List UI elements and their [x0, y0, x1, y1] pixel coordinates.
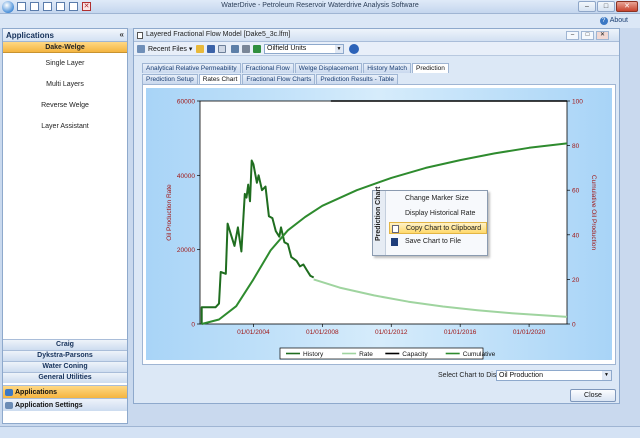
legend-label: Rate	[359, 351, 373, 358]
tab-prediction[interactable]: Prediction	[412, 63, 449, 73]
y-tick-label: 60000	[177, 99, 195, 106]
applications-icon	[5, 389, 13, 396]
y2-tick-label: 60	[572, 188, 580, 195]
y2-tick-label: 100	[572, 99, 583, 106]
about-label: About	[609, 17, 628, 24]
applications-header: Applications «	[3, 29, 127, 42]
chart-context-menu: Prediction Chart Change Marker Size Disp…	[372, 187, 488, 256]
save-icon[interactable]	[207, 45, 215, 53]
section-water-coning[interactable]: Water Coning	[3, 361, 127, 372]
tab-fractional-flow-charts[interactable]: Fractional Flow Charts	[242, 74, 316, 84]
doc-close-button[interactable]: ✕	[596, 31, 609, 40]
units-dropdown[interactable]: Oilfield Units ▼	[264, 44, 344, 54]
y2-axis-title: Cumulative Oil Production	[590, 175, 597, 251]
menu-copy-chart-to-clipboard[interactable]: Copy Chart to Clipboard	[389, 222, 487, 234]
menu-display-historical-rate[interactable]: Display Historical Rate	[389, 208, 487, 220]
document-title-bar: Layered Fractional Flow Model [Dake5_3c.…	[134, 29, 619, 42]
nav-single-layer[interactable]: Single Layer	[3, 53, 127, 74]
legend-label: Cumulative	[463, 351, 496, 358]
open-folder-icon[interactable]	[196, 45, 204, 53]
tab-welge-displacement[interactable]: Welge Displacement	[294, 63, 363, 73]
x-tick-label: 01/01/2004	[237, 329, 270, 336]
settings-gear-icon[interactable]	[349, 44, 359, 54]
tab-rates-chart[interactable]: Rates Chart	[198, 74, 242, 84]
nav-layer-assistant[interactable]: Layer Assistant	[3, 116, 127, 137]
nav-reverse-welge[interactable]: Reverse Welge	[3, 95, 127, 116]
title-bar: ✕ WaterDrive - Petroleum Reservoir Water…	[0, 0, 640, 14]
document-icon[interactable]	[218, 45, 226, 53]
status-bar	[0, 426, 640, 438]
menu-change-marker-size-label: Change Marker Size	[405, 195, 469, 202]
x-tick-label: 01/01/2020	[513, 329, 546, 336]
x-tick-label: 01/01/2016	[444, 329, 477, 336]
units-value: Oilfield Units	[267, 45, 307, 52]
section-list: Craig Dykstra-Parsons Water Coning Gener…	[3, 339, 127, 383]
excel-icon[interactable]	[253, 45, 261, 53]
main-tabs: Analytical Relative Permeability Fractio…	[142, 63, 449, 73]
y-tick-label: 40000	[177, 173, 195, 180]
context-menu-title-strip: Prediction Chart	[373, 187, 386, 255]
maximize-button[interactable]: □	[597, 1, 615, 12]
document-title: Layered Fractional Flow Model [Dake5_3c.…	[146, 31, 291, 38]
close-window-button[interactable]: ✕	[616, 1, 638, 12]
chevron-down-icon: ▼	[335, 45, 343, 53]
x-tick-label: 01/01/2008	[306, 329, 339, 336]
sub-tabs: Prediction Setup Rates Chart Fractional …	[142, 74, 399, 84]
legend-label: Capacity	[402, 351, 428, 358]
close-button[interactable]: Close	[570, 389, 616, 402]
tab-fractional-flow[interactable]: Fractional Flow	[241, 63, 294, 73]
tab-prediction-setup[interactable]: Prediction Setup	[142, 74, 198, 84]
tab-analytical-rel-perm[interactable]: Analytical Relative Permeability	[142, 63, 241, 73]
legend-label: History	[303, 351, 324, 358]
minimize-button[interactable]: –	[578, 1, 596, 12]
menu-bar: ? About	[0, 14, 640, 28]
chevron-down-icon: ▼	[602, 371, 611, 380]
x-tick-label: 01/01/2012	[375, 329, 408, 336]
pin-icon[interactable]	[137, 45, 145, 53]
recent-files-label: Recent Files	[148, 46, 187, 53]
menu-save-chart-to-file[interactable]: Save Chart to File	[389, 236, 487, 248]
application-settings-label: Application Settings	[15, 402, 83, 409]
window-title: WaterDrive - Petroleum Reservoir Waterdr…	[221, 2, 419, 9]
save-icon	[391, 238, 398, 246]
recent-files-button[interactable]: Recent Files ▾	[148, 45, 192, 53]
y-tick-label: 0	[191, 322, 195, 329]
menu-change-marker-size[interactable]: Change Marker Size	[389, 193, 487, 205]
menu-display-historical-rate-label: Display Historical Rate	[405, 210, 476, 217]
tab-history-match[interactable]: History Match	[363, 63, 411, 73]
applications-header-label: Applications	[6, 31, 55, 40]
section-general-utilities[interactable]: General Utilities	[3, 372, 127, 383]
chart-select-dropdown[interactable]: Oil Production ▼	[496, 370, 612, 381]
nav-multi-layers[interactable]: Multi Layers	[3, 74, 127, 95]
applications-tab-label: Applications	[15, 389, 58, 396]
application-settings-tab[interactable]: Application Settings	[3, 398, 127, 411]
print-icon[interactable]	[242, 45, 250, 53]
applications-panel: Applications « Dake-Welge Single Layer M…	[2, 28, 128, 424]
settings-icon	[5, 402, 13, 409]
menu-save-chart-label: Save Chart to File	[405, 238, 462, 245]
y2-tick-label: 20	[572, 277, 580, 284]
monitor-icon[interactable]	[231, 45, 239, 53]
chart-select-value: Oil Production	[499, 372, 543, 379]
collapse-panel-icon[interactable]: «	[120, 30, 124, 39]
context-menu-title: Prediction Chart	[375, 186, 382, 241]
section-dykstra-parsons[interactable]: Dykstra-Parsons	[3, 350, 127, 361]
tab-prediction-results-table[interactable]: Prediction Results - Table	[316, 74, 399, 84]
doc-minimize-button[interactable]: –	[566, 31, 579, 40]
y2-tick-label: 80	[572, 143, 580, 150]
applications-tab[interactable]: Applications	[3, 385, 127, 398]
y-axis-title: Oil Production Rate	[166, 184, 173, 241]
help-icon: ?	[599, 17, 608, 25]
section-dake-welge[interactable]: Dake-Welge	[3, 42, 127, 53]
copy-icon	[392, 225, 399, 233]
doc-restore-button[interactable]: □	[581, 31, 594, 40]
section-craig[interactable]: Craig	[3, 339, 127, 350]
menu-copy-chart-label: Copy Chart to Clipboard	[406, 225, 482, 232]
y-tick-label: 20000	[177, 247, 195, 254]
y2-tick-label: 0	[572, 322, 576, 329]
about-button[interactable]: ? About	[599, 17, 628, 25]
document-icon	[137, 32, 143, 39]
y2-tick-label: 40	[572, 232, 580, 239]
document-toolbar: Recent Files ▾ Oilfield Units ▼	[134, 42, 619, 56]
